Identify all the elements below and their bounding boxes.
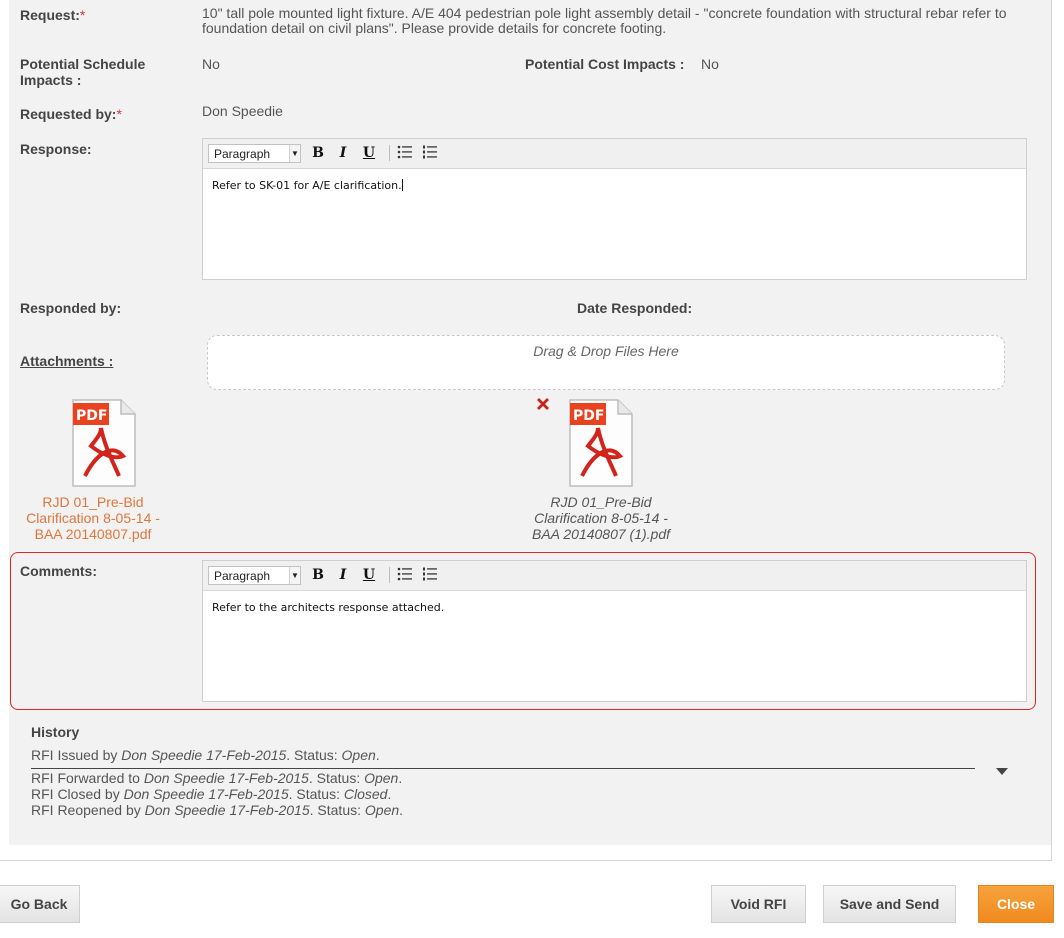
format-select[interactable]: Paragraph ▼ bbox=[208, 144, 301, 163]
history-end: . bbox=[398, 770, 403, 786]
dropzone-text: Drag & Drop Files Here bbox=[533, 343, 679, 359]
chevron-down-icon[interactable] bbox=[996, 768, 1008, 775]
chevron-down-icon: ▼ bbox=[289, 567, 300, 584]
history-end: . bbox=[399, 802, 404, 818]
history-mid: . Status: bbox=[308, 770, 365, 786]
required-mark: * bbox=[79, 7, 86, 23]
file-name-line: BAA 20140807.pdf bbox=[34, 526, 152, 542]
requested-by-label-text: Requested by: bbox=[20, 106, 117, 122]
history-entry: RFI Closed by Don Speedie 17-Feb-2015. S… bbox=[31, 786, 391, 802]
file-name-line: RJD 01_Pre-Bid bbox=[550, 494, 652, 510]
comments-editor-content[interactable]: Refer to the architects response attache… bbox=[203, 591, 1026, 624]
underline-button[interactable]: U bbox=[360, 566, 378, 584]
comments-editor-toolbar: Paragraph ▼ B I U bbox=[203, 561, 1026, 591]
request-label: Request:* bbox=[20, 7, 85, 23]
history-status: Open bbox=[341, 747, 376, 763]
go-back-button[interactable]: Go Back bbox=[0, 885, 80, 923]
history-end: . bbox=[375, 747, 380, 763]
history-who: Don Speedie 17-Feb-2015 bbox=[121, 747, 287, 763]
comments-text: Refer to the architects response attache… bbox=[212, 601, 445, 614]
request-text: 10" tall pole mounted light fixture. A/E… bbox=[202, 5, 1007, 36]
history-status: Open bbox=[364, 770, 399, 786]
requested-by-value: Don Speedie bbox=[202, 103, 283, 119]
history-status: Open bbox=[364, 802, 400, 818]
comments-editor: Paragraph ▼ B I U Refer to the architect… bbox=[202, 560, 1027, 702]
numbered-list-icon[interactable] bbox=[421, 566, 439, 584]
attachment-link-2[interactable]: RJD 01_Pre-Bid Clarification 8-05-14 - B… bbox=[516, 494, 686, 542]
format-select-value: Paragraph bbox=[214, 569, 271, 583]
toolbar-separator bbox=[389, 567, 390, 583]
italic-button[interactable]: I bbox=[334, 144, 352, 162]
history-entry: RFI Reopened by Don Speedie 17-Feb-2015.… bbox=[31, 802, 403, 818]
schedule-impacts-value: No bbox=[202, 56, 220, 72]
history-mid: . Status: bbox=[309, 802, 365, 818]
format-select[interactable]: Paragraph ▼ bbox=[208, 566, 301, 585]
response-editor: Paragraph ▼ B I U Refer to SK-01 for A/E… bbox=[202, 138, 1027, 280]
history-prefix: RFI Closed by bbox=[31, 786, 124, 802]
remove-x-icon[interactable] bbox=[535, 396, 551, 412]
comments-label: Comments: bbox=[20, 563, 98, 579]
schedule-impacts-label: Potential Schedule Impacts : bbox=[20, 56, 145, 88]
file-dropzone[interactable]: Drag & Drop Files Here bbox=[207, 335, 1005, 390]
requested-by-label: Requested by:* bbox=[20, 106, 122, 122]
save-and-send-button[interactable]: Save and Send bbox=[823, 885, 956, 923]
history-who: Don Speedie 17-Feb-2015 bbox=[143, 770, 309, 786]
history-who: Don Speedie 17-Feb-2015 bbox=[144, 802, 310, 818]
numbered-list-icon[interactable] bbox=[421, 144, 439, 162]
response-editor-toolbar: Paragraph ▼ B I U bbox=[203, 139, 1026, 169]
responded-by-label: Responded by: bbox=[20, 300, 122, 316]
cost-impacts-value: No bbox=[701, 56, 719, 72]
bold-button[interactable]: B bbox=[309, 566, 327, 584]
history-entry: RFI Issued by Don Speedie 17-Feb-2015. S… bbox=[31, 747, 380, 763]
required-mark: * bbox=[116, 106, 122, 122]
response-label: Response: bbox=[20, 141, 92, 157]
history-prefix: RFI Forwarded to bbox=[31, 770, 144, 786]
bold-button[interactable]: B bbox=[309, 144, 327, 162]
history-mid: . Status: bbox=[288, 786, 344, 802]
file-name-line: Clarification 8-05-14 - bbox=[534, 510, 668, 526]
pdf-icon[interactable]: PDF bbox=[568, 398, 634, 488]
cost-impacts-label: Potential Cost Impacts : bbox=[525, 56, 685, 72]
history-mid: . Status: bbox=[286, 747, 342, 763]
text-caret bbox=[401, 179, 403, 191]
response-text: Refer to SK-01 for A/E clarification. bbox=[212, 179, 402, 192]
toolbar-separator bbox=[389, 145, 390, 161]
history-who: Don Speedie 17-Feb-2015 bbox=[123, 786, 289, 802]
panel-bottom-border bbox=[0, 860, 1051, 861]
history-prefix: RFI Reopened by bbox=[31, 802, 145, 818]
history-prefix: RFI Issued by bbox=[31, 747, 122, 763]
italic-button[interactable]: I bbox=[334, 566, 352, 584]
attachments-label[interactable]: Attachments : bbox=[20, 353, 113, 369]
history-status: Closed bbox=[343, 786, 388, 802]
file-name-line: RJD 01_Pre-Bid bbox=[42, 494, 144, 510]
date-responded-label: Date Responded: bbox=[577, 300, 693, 316]
svg-text:PDF: PDF bbox=[573, 408, 604, 424]
svg-text:PDF: PDF bbox=[76, 408, 107, 424]
attachment-link-1[interactable]: RJD 01_Pre-Bid Clarification 8-05-14 - B… bbox=[8, 494, 178, 542]
request-label-text: Request: bbox=[20, 7, 80, 23]
pdf-icon[interactable]: PDF bbox=[71, 398, 137, 488]
history-end: . bbox=[387, 786, 392, 802]
close-button[interactable]: Close bbox=[978, 885, 1054, 923]
bullet-list-icon[interactable] bbox=[396, 144, 414, 162]
bullet-list-icon[interactable] bbox=[396, 566, 414, 584]
schedule-impacts-label-line2: Impacts : bbox=[20, 72, 82, 88]
file-name-line: BAA 20140807 (1).pdf bbox=[531, 526, 671, 542]
history-divider bbox=[31, 768, 975, 769]
format-select-value: Paragraph bbox=[214, 147, 271, 161]
history-title: History bbox=[31, 724, 80, 740]
panel-right-border bbox=[1051, 0, 1052, 861]
underline-button[interactable]: U bbox=[360, 144, 378, 162]
file-name-line: Clarification 8-05-14 - bbox=[26, 510, 160, 526]
schedule-impacts-label-line1: Potential Schedule bbox=[20, 56, 146, 72]
chevron-down-icon: ▼ bbox=[289, 145, 300, 162]
void-rfi-button[interactable]: Void RFI bbox=[711, 885, 806, 923]
response-editor-content[interactable]: Refer to SK-01 for A/E clarification. bbox=[203, 169, 1026, 202]
rfi-detail-panel bbox=[9, 0, 1051, 845]
history-entry: RFI Forwarded to Don Speedie 17-Feb-2015… bbox=[31, 770, 402, 786]
